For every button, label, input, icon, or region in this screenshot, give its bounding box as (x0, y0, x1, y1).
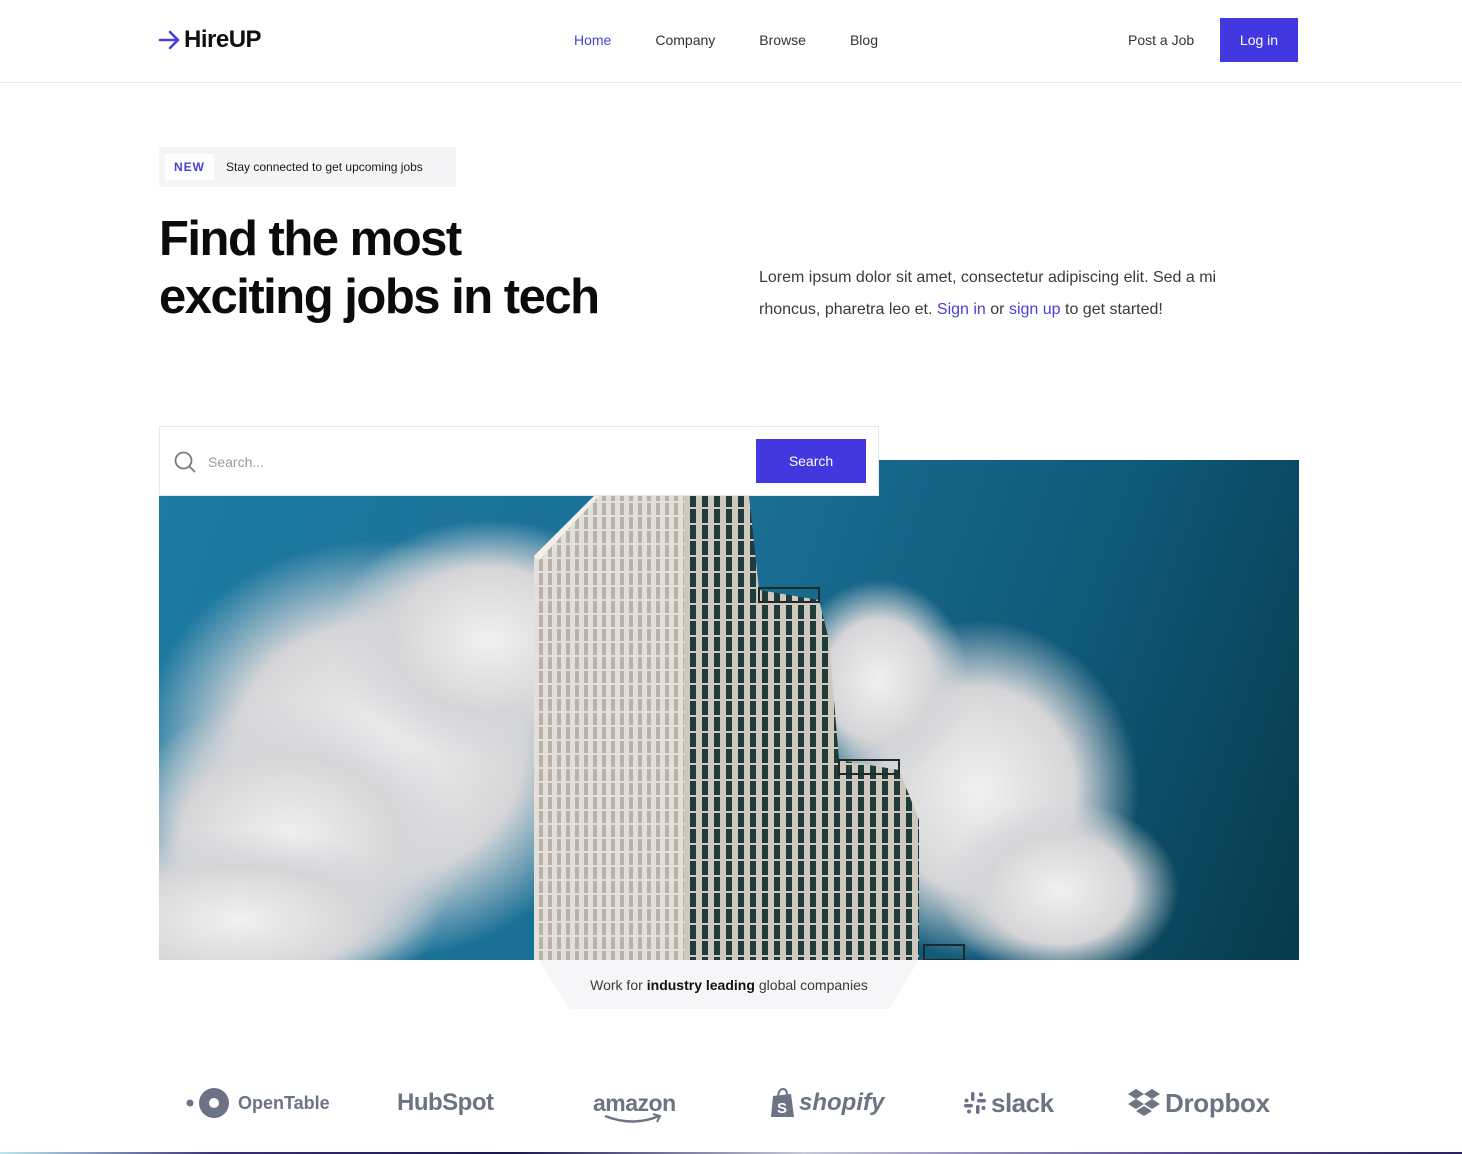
job-search-bar: Search (159, 426, 879, 496)
hubspot-name: HubSpot (397, 1089, 494, 1116)
amazon-logo[interactable]: amazon (593, 1080, 676, 1126)
hero-image-skyscraper (159, 460, 1299, 960)
sign-in-link[interactable]: Sign in (937, 301, 986, 318)
dropbox-icon (1128, 1089, 1160, 1116)
slack-hash-icon (964, 1092, 986, 1114)
badge-tag: NEW (165, 154, 214, 180)
sign-up-link[interactable]: sign up (1009, 301, 1061, 318)
shopify-bag-icon: S (771, 1088, 794, 1117)
nav-browse[interactable]: Browse (759, 31, 806, 49)
search-input[interactable] (208, 447, 748, 477)
or-text: or (990, 301, 1005, 318)
hero-title-line2: exciting jobs in tech (159, 270, 600, 324)
nav-blog[interactable]: Blog (850, 31, 878, 49)
login-button[interactable]: Log in (1220, 18, 1298, 62)
caption-bold: industry leading (646, 976, 755, 993)
opentable-name: OpenTable (238, 1092, 330, 1113)
opentable-logo[interactable]: OpenTable (186, 1080, 330, 1126)
brand-name: HireUP (184, 26, 262, 53)
opentable-icon (186, 1088, 229, 1118)
nav-company[interactable]: Company (655, 31, 715, 49)
hero-title: Find the most exciting jobs in tech (159, 210, 679, 326)
arrow-right-icon (158, 30, 180, 50)
main-nav: Home Company Browse Blog (574, 31, 922, 49)
hubspot-logo[interactable]: HubSpot (397, 1080, 494, 1126)
caption-suffix: global companies (758, 976, 868, 993)
slack-name: slack (991, 1087, 1054, 1118)
search-icon (174, 451, 196, 473)
badge-text: Stay connected to get upcoming jobs (226, 160, 423, 174)
svg-text:S: S (777, 1100, 787, 1117)
search-button[interactable]: Search (756, 439, 866, 483)
skyscraper-illustration (159, 496, 1179, 960)
post-job-link[interactable]: Post a Job (1128, 31, 1194, 49)
shopify-logo[interactable]: S shopify (770, 1080, 884, 1126)
dropbox-name: Dropbox (1165, 1087, 1270, 1118)
nav-home[interactable]: Home (574, 31, 611, 49)
suffix-text: to get started! (1065, 301, 1163, 318)
announcement-badge[interactable]: NEW Stay connected to get upcoming jobs (159, 147, 456, 187)
hero-description: Lorem ipsum dolor sit amet, consectetur … (759, 262, 1279, 326)
amazon-smile-icon (604, 1112, 662, 1123)
slack-logo[interactable]: slack (963, 1080, 1054, 1126)
companies-caption: Work for industry leading global compani… (539, 960, 919, 1009)
company-logos: OpenTable HubSpot amazon S shopify slack… (159, 1080, 1299, 1126)
site-header: HireUP Home Company Browse Blog Post a J… (0, 0, 1462, 83)
dropbox-logo[interactable]: Dropbox (1127, 1080, 1270, 1126)
hero-title-line1: Find the most (159, 212, 462, 266)
brand-logo[interactable]: HireUP (158, 26, 262, 54)
shopify-name: shopify (799, 1089, 885, 1116)
caption-prefix: Work for (590, 976, 643, 993)
